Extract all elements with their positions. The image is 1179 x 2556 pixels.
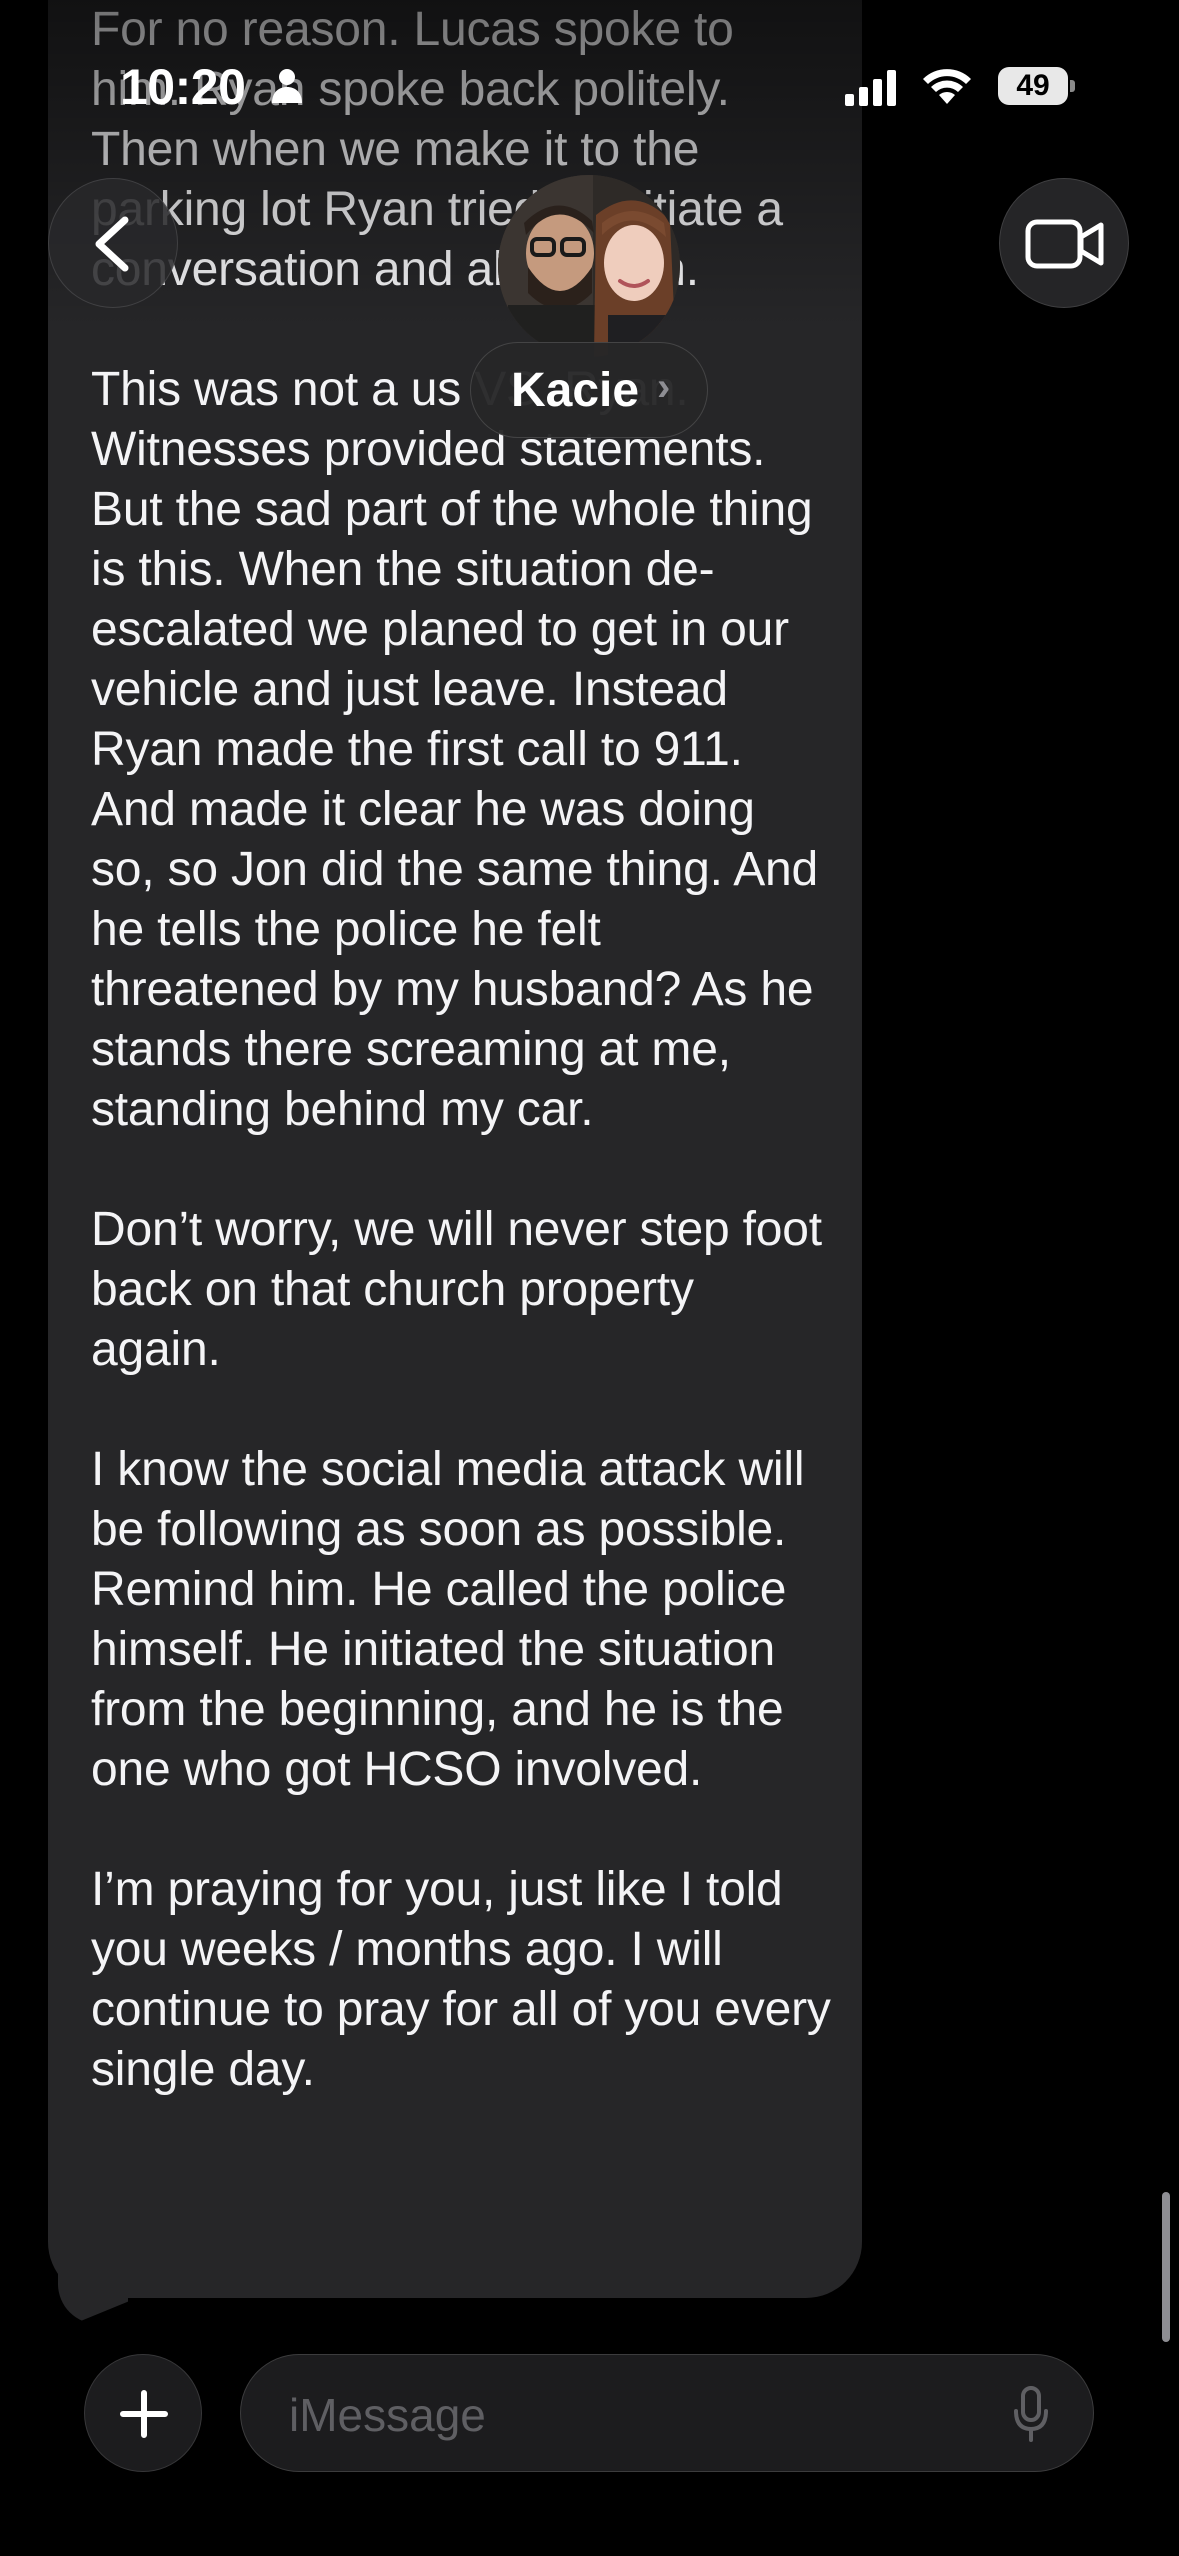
- video-call-button[interactable]: [999, 178, 1129, 308]
- status-time: 10:20: [120, 59, 246, 115]
- back-button[interactable]: [48, 178, 178, 308]
- contact-name: Kacie: [511, 364, 640, 417]
- battery-indicator: 49: [998, 67, 1075, 105]
- scroll-indicator[interactable]: [1162, 2192, 1170, 2342]
- message-paragraph: I know the social media attack will be f…: [91, 1443, 818, 1796]
- bubble-tail: [58, 2268, 128, 2324]
- cellular-signal-icon: [845, 70, 896, 106]
- message-input-placeholder: iMessage: [289, 2389, 486, 2441]
- add-attachment-button[interactable]: [84, 2354, 202, 2472]
- message-input[interactable]: iMessage: [240, 2354, 1094, 2472]
- message-paragraph: Don’t worry, we will never step foot bac…: [91, 1203, 835, 1376]
- message-text: For no reason. Lucas spoke to him. Ryan …: [91, 0, 831, 2100]
- message-paragraph: This was not a us VS. Ryan. Witnesses pr…: [91, 363, 819, 1136]
- status-bar: 10:20 49: [0, 0, 1179, 150]
- video-camera-icon: [1025, 219, 1104, 269]
- battery-cap: [1070, 80, 1075, 92]
- battery-level: 49: [998, 67, 1068, 105]
- wifi-icon: [923, 69, 971, 104]
- microphone-icon[interactable]: [1011, 2385, 1051, 2443]
- contact-name-button[interactable]: Kacie ›: [470, 342, 708, 438]
- avatar-photo: [498, 175, 680, 357]
- message-bubble-incoming[interactable]: For no reason. Lucas spoke to him. Ryan …: [48, 0, 862, 2298]
- plus-icon: [120, 2390, 168, 2438]
- chevron-right-icon: ›: [657, 365, 671, 409]
- person-icon: [272, 69, 302, 103]
- contact-avatar[interactable]: [498, 175, 680, 357]
- message-paragraph: I’m praying for you, just like I told yo…: [91, 1863, 844, 2096]
- chevron-left-icon: [95, 216, 129, 272]
